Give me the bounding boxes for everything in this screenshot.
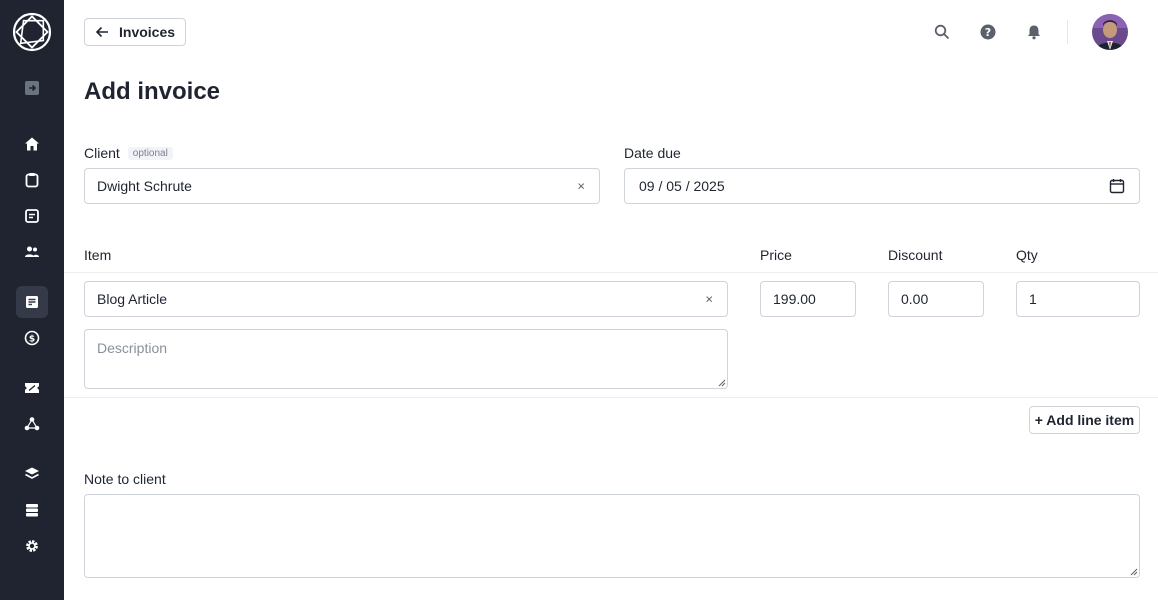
back-button-label: Invoices bbox=[119, 24, 176, 40]
qty-value: 1 bbox=[1029, 291, 1037, 307]
price-column-header: Price bbox=[760, 247, 792, 263]
date-due-input[interactable]: 09 / 05 / 2025 bbox=[624, 168, 1140, 204]
document-icon[interactable] bbox=[16, 200, 48, 232]
header-divider bbox=[1067, 20, 1068, 44]
line-items-bottom-divider bbox=[64, 397, 1158, 398]
discount-column-header: Discount bbox=[888, 247, 943, 263]
note-to-client-label: Note to client bbox=[84, 471, 166, 487]
users-icon[interactable] bbox=[16, 236, 48, 268]
home-icon[interactable] bbox=[16, 128, 48, 160]
client-select[interactable]: Dwight Schrute × bbox=[84, 168, 600, 204]
description-placeholder: Description bbox=[97, 340, 168, 356]
date-due-label: Date due bbox=[624, 145, 681, 161]
bell-icon[interactable] bbox=[1024, 22, 1044, 42]
dollar-icon[interactable]: $ bbox=[16, 322, 48, 354]
client-clear-icon[interactable]: × bbox=[577, 179, 585, 194]
description-textarea[interactable]: Description bbox=[84, 329, 728, 389]
collapse-icon[interactable] bbox=[16, 72, 48, 104]
line-items-top-divider bbox=[64, 272, 1158, 273]
resize-handle-icon[interactable] bbox=[1128, 566, 1138, 576]
qty-input[interactable]: 1 bbox=[1016, 281, 1140, 317]
item-clear-icon[interactable]: × bbox=[705, 292, 713, 307]
clipboard-icon[interactable] bbox=[16, 164, 48, 196]
gear-icon[interactable] bbox=[16, 530, 48, 562]
back-to-invoices-button[interactable]: Invoices bbox=[84, 18, 187, 46]
client-label: Client optional bbox=[84, 145, 173, 161]
avatar[interactable] bbox=[1092, 14, 1128, 50]
invoice-icon[interactable] bbox=[16, 286, 48, 318]
item-column-header: Item bbox=[84, 247, 112, 263]
resize-handle-icon[interactable] bbox=[716, 377, 726, 387]
search-icon[interactable] bbox=[932, 22, 952, 42]
ticket-icon[interactable] bbox=[16, 372, 48, 404]
page-title: Add invoice bbox=[84, 78, 221, 105]
svg-text:?: ? bbox=[985, 26, 991, 39]
item-value: Blog Article bbox=[97, 291, 168, 307]
discount-input[interactable]: 0.00 bbox=[888, 281, 984, 317]
qty-column-header: Qty bbox=[1016, 247, 1038, 263]
item-select[interactable]: Blog Article × bbox=[84, 281, 728, 317]
price-input[interactable]: 199.00 bbox=[760, 281, 856, 317]
discount-value: 0.00 bbox=[901, 291, 929, 307]
layers-icon[interactable] bbox=[16, 458, 48, 490]
app-logo[interactable] bbox=[12, 12, 52, 52]
add-line-item-button[interactable]: + Add line item bbox=[1029, 406, 1140, 434]
svg-text:$: $ bbox=[29, 335, 35, 345]
client-value: Dwight Schrute bbox=[97, 178, 192, 194]
help-icon[interactable]: ? bbox=[978, 22, 998, 42]
network-icon[interactable] bbox=[16, 408, 48, 440]
storage-icon[interactable] bbox=[16, 494, 48, 526]
arrow-left-icon bbox=[95, 26, 108, 38]
date-due-value: 09 / 05 / 2025 bbox=[639, 178, 725, 194]
optional-badge: optional bbox=[127, 147, 173, 160]
sidebar: $ bbox=[0, 0, 64, 600]
calendar-icon[interactable] bbox=[1109, 178, 1125, 194]
client-label-text: Client bbox=[84, 145, 120, 161]
note-to-client-textarea[interactable] bbox=[84, 494, 1140, 578]
price-value: 199.00 bbox=[773, 291, 816, 307]
